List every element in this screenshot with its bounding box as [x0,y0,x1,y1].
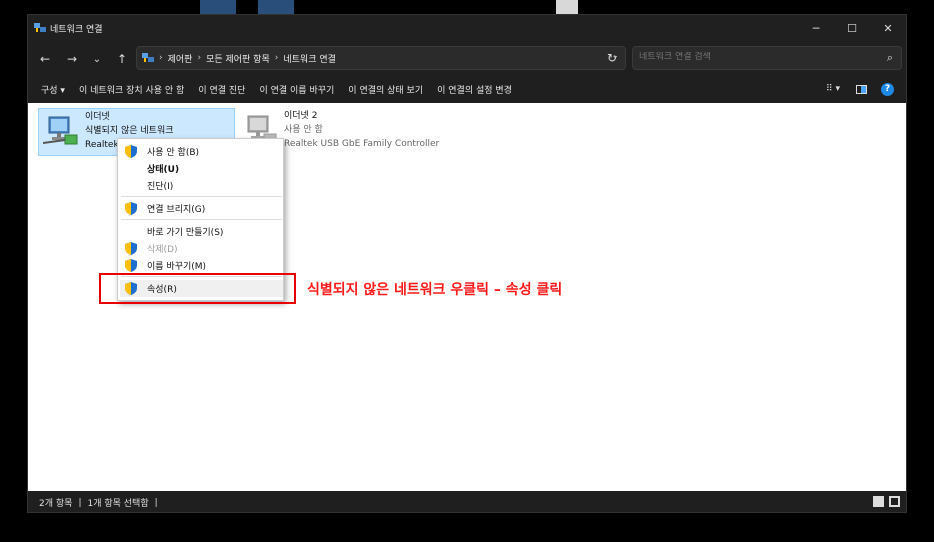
search-input[interactable] [639,52,869,62]
preview-pane-icon[interactable] [856,84,867,94]
adapter-status: 사용 안 함 [284,125,323,135]
uac-shield-icon [125,145,137,158]
refresh-button[interactable]: ↻ [600,47,624,69]
selected-count: 1개 항목 선택함 [87,499,149,509]
change-settings-button[interactable]: 이 연결의 설정 변경 [437,83,512,96]
context-menu-rename[interactable]: 이름 바꾸기(M) [120,257,283,274]
control-panel-icon [142,53,154,62]
context-menu-disable[interactable]: 사용 안 함(B) [120,143,283,160]
diagnose-button[interactable]: 이 연결 진단 [198,83,245,96]
breadcrumb-separator: › [159,53,163,63]
disable-device-button[interactable]: 이 네트워크 장치 사용 안 함 [79,83,184,96]
breadcrumb-network-connections[interactable]: 네트워크 연결 [283,52,336,65]
context-menu-bridge[interactable]: 연결 브리지(G) [120,200,283,217]
network-connections-icon [34,23,46,32]
view-options-button[interactable]: ⠿ ▾ [826,84,840,94]
adapter-ethernet-2-text: 이더넷 2 사용 안 함 Realtek USB GbE Family Cont… [284,108,439,156]
context-menu-separator [121,219,282,220]
organize-button[interactable]: 구성 ▾ [41,83,65,96]
uac-shield-icon [125,259,137,272]
background-window-fragment [258,0,294,14]
adapter-name: 이더넷 [85,112,110,122]
context-menu-label: 이름 바꾸기(M) [147,262,207,272]
adapter-status: 식별되지 않은 네트워크 [85,126,174,136]
rename-button[interactable]: 이 연결 이름 바꾸기 [259,83,334,96]
details-view-icon[interactable] [873,496,884,507]
context-menu-label: 상태(U) [147,165,180,175]
background-window-fragment [200,0,236,14]
network-adapter-icon [43,116,78,145]
command-bar: 구성 ▾ 이 네트워크 장치 사용 안 함 이 연결 진단 이 연결 이름 바꾸… [28,77,906,101]
context-menu-delete: 삭제(D) [120,240,283,257]
recent-locations-button[interactable]: ⌄ [86,48,108,70]
adapter-name: 이더넷 2 [284,111,318,121]
breadcrumb-all-items[interactable]: 모든 제어판 항목 [206,52,270,65]
caption-buttons: ─ ☐ ✕ [798,15,906,41]
address-bar[interactable]: › 제어판 › 모든 제어판 항목 › 네트워크 연결 ⌄ [136,46,626,70]
network-connections-window: 네트워크 연결 ─ ☐ ✕ ← → ⌄ ↑ › 제어판 › 모든 제어판 항목 … [27,14,907,513]
item-count: 2개 항목 [39,499,73,509]
minimize-button[interactable]: ─ [798,15,834,41]
search-box[interactable]: ⌕ [632,46,902,70]
up-button[interactable]: ↑ [111,48,133,70]
context-menu-diagnose[interactable]: 진단(I) [120,177,283,194]
back-button[interactable]: ← [34,48,56,70]
context-menu-label: 연결 브리지(G) [147,205,206,215]
annotation-highlight-box [99,273,296,304]
status-separator: | [78,497,82,508]
context-menu-create-shortcut[interactable]: 바로 가기 만들기(S) [120,223,283,240]
search-icon[interactable]: ⌕ [887,51,893,65]
context-menu-status[interactable]: 상태(U) [120,160,283,177]
status-separator: | [154,497,158,508]
large-icons-view-icon[interactable] [889,496,900,507]
breadcrumb-control-panel[interactable]: 제어판 [168,52,193,65]
title-bar: 네트워크 연결 ─ ☐ ✕ [28,15,906,41]
forward-button[interactable]: → [61,48,83,70]
status-bar: 2개 항목 | 1개 항목 선택함 | [28,491,906,512]
uac-shield-icon [125,242,137,255]
breadcrumb-separator: › [274,53,279,63]
uac-shield-icon [125,202,137,215]
navigation-bar: ← → ⌄ ↑ › 제어판 › 모든 제어판 항목 › 네트워크 연결 ⌄ ↻ … [28,43,906,75]
command-bar-right: ⠿ ▾ ? [826,77,906,101]
breadcrumb-separator: › [197,53,202,63]
adapter-device: Realtek USB GbE Family Controller [284,139,440,149]
annotation-text: 식별되지 않은 네트워크 우클릭 – 속성 클릭 [307,282,563,298]
context-menu-label: 삭제(D) [147,245,178,255]
background-window-fragment [556,0,578,14]
context-menu-label: 사용 안 함(B) [147,148,200,158]
close-button[interactable]: ✕ [870,15,906,41]
maximize-button[interactable]: ☐ [834,15,870,41]
help-icon[interactable]: ? [881,82,894,96]
context-menu-label: 진단(I) [147,182,174,192]
preview-pane-fill [861,85,866,93]
context-menu-separator [121,196,282,197]
context-menu-label: 바로 가기 만들기(S) [147,228,224,238]
view-status-button[interactable]: 이 연결의 상태 보기 [348,83,423,96]
window-title: 네트워크 연결 [50,24,103,35]
